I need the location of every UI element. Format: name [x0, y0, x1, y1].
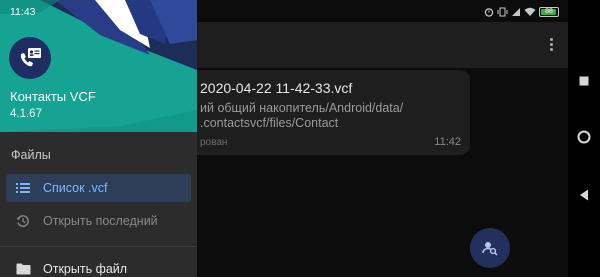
menu-item-label: Открыть последний	[43, 214, 158, 228]
app-title: Контакты VCF	[10, 89, 96, 104]
triangle-back-icon	[580, 189, 588, 201]
search-contact-fab[interactable]	[470, 228, 510, 268]
navigation-bar	[568, 0, 600, 277]
home-button[interactable]	[576, 129, 592, 145]
drawer-header: 11:43 Контакты VCF 4.1.67	[0, 0, 197, 132]
circle-icon	[577, 130, 591, 144]
folder-icon	[15, 261, 31, 277]
battery-level: 88	[545, 8, 553, 15]
square-icon	[579, 76, 589, 86]
wifi-icon	[524, 7, 536, 16]
status-icons: 88	[484, 6, 559, 18]
app-version: 4.1.67	[10, 108, 42, 120]
file-status: рован	[200, 137, 228, 148]
file-path-line2: .contactsvcf/files/Contact	[200, 116, 339, 130]
file-path-line1: ий общий накопитель/Android/data/	[200, 101, 404, 115]
divider	[0, 246, 197, 247]
menu-item-vcf-list[interactable]: Список .vcf	[6, 174, 191, 202]
alarm-icon	[484, 8, 494, 17]
battery-icon: 88	[539, 7, 559, 17]
status-time: 11:43	[10, 6, 36, 18]
person-search-icon	[482, 242, 498, 256]
file-time: 11:42	[434, 136, 461, 148]
menu-item-open-recent[interactable]: Открыть последний	[6, 207, 191, 235]
section-title-files: Файлы	[11, 148, 51, 162]
recents-button[interactable]	[576, 73, 592, 89]
app-logo	[9, 37, 51, 79]
list-icon	[15, 180, 31, 196]
signal-icon	[512, 8, 520, 16]
contact-phone-icon	[20, 48, 41, 67]
back-button[interactable]	[576, 187, 592, 203]
navigation-drawer: 11:43 Контакты VCF 4.1.67 Файлы Список .…	[0, 0, 197, 277]
vibrate-icon	[497, 7, 508, 17]
history-icon	[15, 213, 31, 229]
file-name: 2020-04-22 11-42-33.vcf	[200, 80, 353, 96]
menu-item-label: Открыть файл	[43, 262, 128, 276]
menu-item-open-file[interactable]: Открыть файл	[6, 255, 191, 277]
menu-item-label: Список .vcf	[43, 181, 108, 195]
overflow-menu-icon[interactable]	[550, 38, 554, 52]
file-card[interactable]: 2020-04-22 11-42-33.vcf ий общий накопит…	[150, 70, 470, 155]
